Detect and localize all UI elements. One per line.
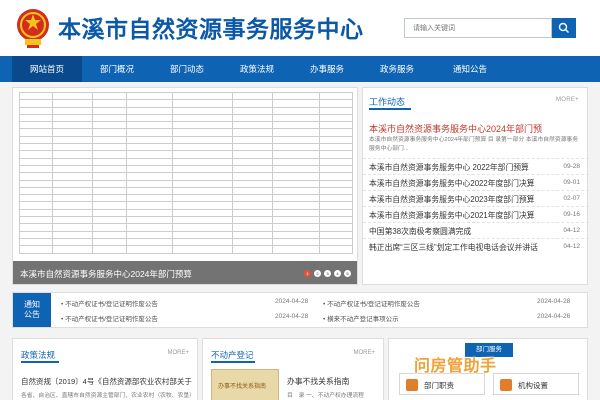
news-title[interactable]: 本溪市自然资源事务服务中心2021年度部门决算 — [369, 210, 549, 221]
site-title: 本溪市自然资源事务服务中心 — [58, 16, 364, 42]
nav-item-gov-services[interactable]: 政务服务 — [362, 56, 432, 82]
estate-more-link[interactable]: MORE+ — [353, 350, 375, 356]
button-label: 机构设置 — [518, 381, 548, 390]
nav-item-home[interactable]: 网站首页 — [12, 56, 82, 82]
policy-title: 政策法规 — [21, 350, 56, 360]
watermark-logo: 问房管助手 — [414, 358, 497, 375]
slide-dot[interactable]: 3 — [324, 270, 331, 277]
news-title[interactable]: 本溪市自然资源事务服务中心2022年度部门决算 — [369, 178, 549, 189]
guide-book-text: 办事不找关系指南 — [218, 384, 267, 390]
nav-item-policy[interactable]: 政策法规 — [222, 56, 292, 82]
news-date: 04-12 — [563, 243, 580, 250]
budget-table-image — [18, 91, 354, 254]
slide-indicators: 1 2 3 4 5 — [304, 270, 351, 277]
news-date: 02-07 — [563, 195, 580, 202]
title-underline — [211, 361, 255, 363]
guide-title[interactable]: 办事不找关系指南 — [287, 376, 349, 387]
slide-dot[interactable]: 1 — [304, 270, 311, 277]
banner-caption-bar: 本溪市自然资源事务服务中心2024年部门预算 1 2 3 4 5 — [13, 261, 357, 284]
notice-date: 2024-04-28 — [275, 298, 309, 305]
news-title[interactable]: 本溪市自然资源事务服务中心 2022年部门预算 — [369, 162, 549, 173]
notice-item[interactable]: • 不动产权证书/登记证明作废公告 — [61, 313, 158, 323]
notice-badge-line: 公告 — [24, 310, 40, 319]
title-underline — [21, 361, 59, 363]
search-input[interactable] — [405, 19, 551, 37]
notice-date: 2024-04-26 — [537, 313, 571, 320]
list-item[interactable]: 中国第38次南极考察圆满完成 04-12 — [363, 222, 589, 238]
search-button[interactable] — [552, 18, 576, 38]
policy-headline[interactable]: 自然资规〔2019〕4号《自然资源部农业农村部关于 — [21, 376, 193, 387]
slide-dot[interactable]: 4 — [334, 270, 341, 277]
work-news-panel: 工作动态 MORE+ 本溪市自然资源事务服务中心2024年部门预 本溪市自然资源… — [362, 87, 589, 285]
list-item[interactable]: 本溪市自然资源事务服务中心 2022年部门预算 09-28 — [363, 158, 589, 174]
notice-date: 2024-04-28 — [275, 313, 309, 320]
department-duties-button[interactable]: 部门职责 — [399, 373, 485, 395]
organization-icon — [500, 379, 512, 391]
news-date: 04-12 — [563, 227, 580, 234]
slide-dot[interactable]: 5 — [344, 270, 351, 277]
list-item[interactable]: 韩正出席“三区三线”划定工作电视电话会议并讲话 04-12 — [363, 238, 589, 254]
notice-item[interactable]: • 不动产权证书/登记证明作废公告 — [323, 298, 420, 308]
list-item[interactable]: 本溪市自然资源事务服务中心2023年度部门预算 02-07 — [363, 190, 589, 206]
policy-more-link[interactable]: MORE+ — [167, 350, 189, 356]
notice-bar: 通知 公告 • 不动产权证书/登记证明作废公告 2024-04-28 • 不动产… — [12, 292, 588, 328]
estate-title: 不动产登记 — [211, 350, 254, 360]
notice-date: 2024-04-28 — [537, 298, 571, 305]
title-underline — [369, 108, 411, 110]
list-item[interactable]: 本溪市自然资源事务服务中心2021年度部门决算 09-16 — [363, 206, 589, 222]
news-date: 09-16 — [563, 211, 580, 218]
organization-setup-button[interactable]: 机构设置 — [493, 373, 579, 395]
work-news-more-link[interactable]: MORE+ — [556, 97, 579, 103]
work-news-list: 本溪市自然资源事务服务中心 2022年部门预算 09-28 本溪市自然资源事务服… — [363, 158, 589, 254]
estate-registration-panel: 不动产登记 MORE+ 办事不找关系指南 办事不找关系指南 目 录 一、不动产权… — [202, 338, 384, 400]
search-box — [404, 18, 552, 38]
document-icon — [406, 379, 418, 391]
banner-slideshow[interactable]: 本溪市自然资源事务服务中心2024年部门预算 1 2 3 4 5 — [12, 87, 358, 285]
news-title[interactable]: 本溪市自然资源事务服务中心2023年度部门预算 — [369, 194, 549, 205]
work-news-headline[interactable]: 本溪市自然资源事务服务中心2024年部门预 — [369, 122, 583, 135]
notice-badge: 通知 公告 — [13, 293, 51, 327]
nav-item-services[interactable]: 办事服务 — [292, 56, 362, 82]
notice-badge-line: 通知 — [24, 300, 40, 309]
button-label: 部门职责 — [424, 381, 454, 390]
list-item[interactable]: 本溪市自然资源事务服务中心2022年度部门决算 09-01 — [363, 174, 589, 190]
guide-summary: 目 录 一、不动产权办理流程 — [287, 393, 364, 399]
nav-item-overview[interactable]: 部门概况 — [82, 56, 152, 82]
notice-item[interactable]: • 横来不动产登记事项公示 — [323, 313, 399, 323]
nav-item-news[interactable]: 部门动态 — [152, 56, 222, 82]
notice-item[interactable]: • 不动产权证书/登记证明作废公告 — [61, 298, 158, 308]
slide-dot[interactable]: 2 — [314, 270, 321, 277]
guide-book-image[interactable]: 办事不找关系指南 — [211, 369, 279, 400]
site-header: 本溪市自然资源事务服务中心 — [0, 0, 600, 56]
policy-summary: 各省、自治区、直辖市自然资源主管部门、农业农村（农牧、农垦） — [21, 393, 193, 399]
news-date: 09-28 — [563, 163, 580, 170]
work-news-summary: 本溪市自然资源事务服务中心2024年部门预算 目 录第一部分 本溪市自然资源事务… — [369, 137, 579, 152]
news-title[interactable]: 韩正出席“三区三线”划定工作电视电话会议并讲话 — [369, 242, 549, 253]
policy-panel: 政策法规 MORE+ 自然资规〔2019〕4号《自然资源部农业农村部关于 各省、… — [12, 338, 198, 400]
news-date: 09-01 — [563, 179, 580, 186]
main-nav: 网站首页 部门概况 部门动态 政策法规 办事服务 政务服务 通知公告 — [0, 56, 600, 82]
nav-item-notices[interactable]: 通知公告 — [432, 56, 508, 82]
search-icon — [558, 22, 569, 33]
banner-caption[interactable]: 本溪市自然资源事务服务中心2024年部门预算 — [20, 268, 192, 280]
national-emblem-icon — [14, 5, 52, 49]
work-news-title: 工作动态 — [369, 97, 406, 107]
news-title[interactable]: 中国第38次南极考察圆满完成 — [369, 226, 549, 237]
